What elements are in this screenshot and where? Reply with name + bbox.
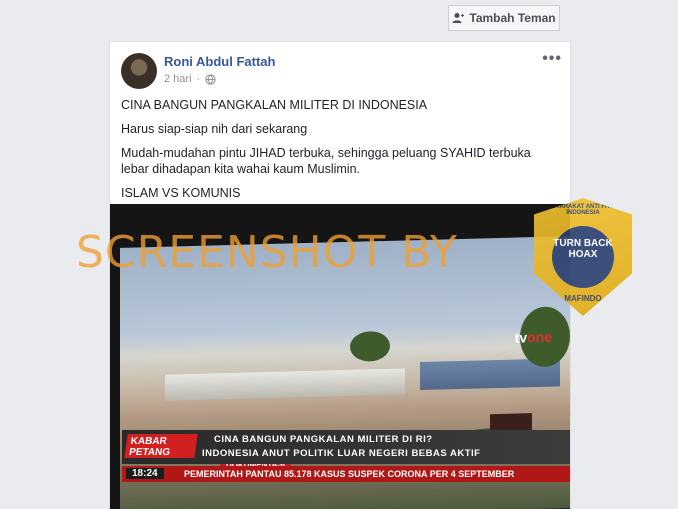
channel-logo-text: tv xyxy=(514,329,528,346)
building-image xyxy=(165,368,405,401)
post-paragraph: ISLAM VS KOMUNIS xyxy=(121,186,241,200)
post-paragraph: Mudah-mudahan pintu JIHAD terbuka, sehin… xyxy=(121,146,531,176)
post-paragraph: Harus siap-siap nih dari sekarang xyxy=(121,122,308,136)
more-options-icon[interactable]: ••• xyxy=(542,50,562,68)
headline-2: INDONESIA ANUT POLITIK LUAR NEGERI BEBAS… xyxy=(202,448,481,459)
globe-icon[interactable] xyxy=(205,73,216,85)
program-label: KABAR PETANG xyxy=(124,434,198,458)
add-friend-button[interactable]: Tambah Teman xyxy=(448,5,560,31)
channel-logo: tvone xyxy=(515,329,552,346)
add-friend-label: Tambah Teman xyxy=(469,11,556,25)
post-time[interactable]: 2 hari xyxy=(164,73,192,85)
headline-1: CINA BANGUN PANGKALAN MILITER DI RI? xyxy=(214,434,433,445)
post-author[interactable]: Roni Abdul Fattah xyxy=(164,54,275,69)
post-text: CINA BANGUN PANGKALAN MILITER DI INDONES… xyxy=(121,97,561,209)
channel-logo-accent: one xyxy=(527,328,552,346)
avatar[interactable] xyxy=(121,53,157,89)
post-paragraph: CINA BANGUN PANGKALAN MILITER DI INDONES… xyxy=(121,98,428,112)
post-meta: 2 hari · xyxy=(164,73,216,85)
news-ticker: KABAR PETANG CINA BANGUN PANGKALAN MILIT… xyxy=(122,430,570,464)
tree-image xyxy=(350,330,390,362)
screenshot-watermark: SCREENSHOT BY xyxy=(76,227,458,278)
news-crawl: PEMERINTAH PANTAU 85.178 KASUS SUSPEK CO… xyxy=(184,469,515,479)
seal-center-text: TURN BACK HOAX xyxy=(552,226,614,288)
news-crawl-bar: 18:24 PEMERINTAH PANTAU 85.178 KASUS SUS… xyxy=(122,466,570,482)
add-friend-icon xyxy=(452,13,465,23)
clock: 18:24 xyxy=(126,468,164,479)
